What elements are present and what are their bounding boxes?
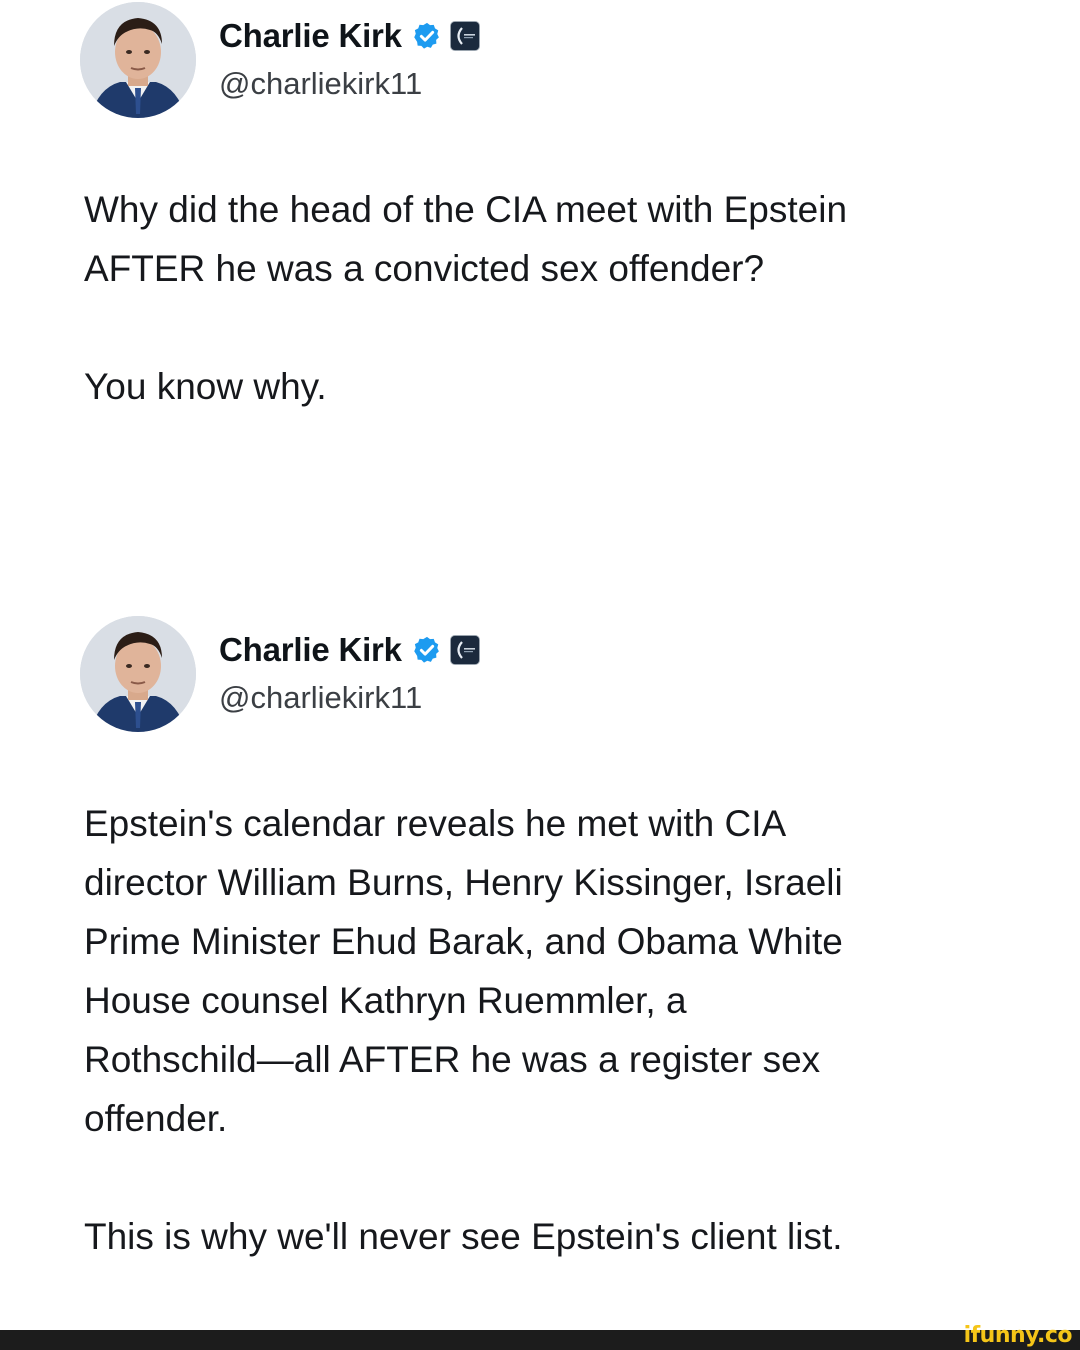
handle[interactable]: @charliekirk11 <box>219 66 422 102</box>
tweet-text: Epstein's calendar reveals he met with C… <box>84 794 1014 1266</box>
affiliate-badge-icon <box>449 635 480 665</box>
tweet-paragraph: You know why. <box>84 366 327 407</box>
display-name[interactable]: Charlie Kirk <box>219 17 402 55</box>
tweet-paragraph: This is why we'll never see Epstein's cl… <box>84 1216 843 1257</box>
avatar[interactable] <box>80 2 196 118</box>
tweet-header: Charlie Kirk @charliekirk11 <box>80 616 980 734</box>
tweet-header: Charlie Kirk @charliekirk11 <box>80 2 980 120</box>
verified-badge-icon <box>412 21 442 51</box>
tweet-paragraph: Why did the head of the CIA meet with Ep… <box>84 189 848 289</box>
display-name[interactable]: Charlie Kirk <box>219 631 402 669</box>
avatar-portrait <box>80 616 196 732</box>
handle[interactable]: @charliekirk11 <box>219 680 422 716</box>
affiliate-badge-icon <box>449 21 480 51</box>
tweet-text: Why did the head of the CIA meet with Ep… <box>84 180 1014 416</box>
screenshot-page: Charlie Kirk @charliekirk11 Why did the … <box>0 0 1080 1350</box>
footer-bar <box>0 1330 1080 1350</box>
name-row: Charlie Kirk <box>219 628 480 672</box>
avatar[interactable] <box>80 616 196 732</box>
avatar-portrait <box>80 2 196 118</box>
tweet-paragraph: Epstein's calendar reveals he met with C… <box>84 803 843 1139</box>
name-row: Charlie Kirk <box>219 14 480 58</box>
verified-badge-icon <box>412 635 442 665</box>
ifunny-watermark: ifunny.co <box>963 1323 1073 1348</box>
